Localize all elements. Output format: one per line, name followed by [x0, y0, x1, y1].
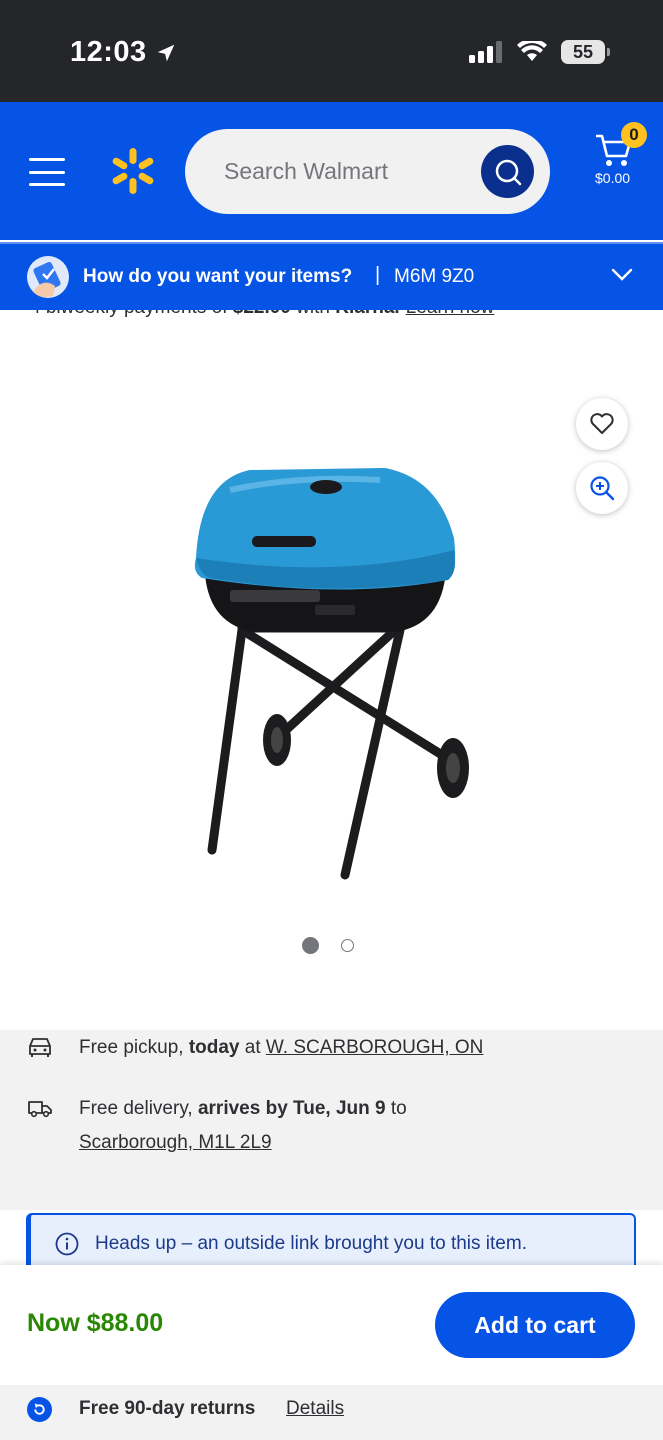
search-button[interactable]: [481, 145, 534, 198]
carousel-dot-active[interactable]: [302, 937, 319, 954]
zoom-image-button[interactable]: [576, 462, 628, 514]
wifi-icon: [517, 41, 547, 61]
pickup-option: Free pickup, today at W. SCARBOROUGH, ON: [79, 1031, 483, 1065]
delivery-address-link[interactable]: Scarborough, M1L 2L9: [79, 1132, 272, 1153]
current-price: Now $88.00: [27, 1309, 164, 1337]
heart-icon: [590, 413, 614, 434]
product-image[interactable]: [180, 440, 490, 900]
cellular-signal-icon: [469, 41, 502, 63]
location-arrow-icon: [157, 44, 174, 61]
info-icon: [55, 1232, 79, 1256]
add-to-cart-button[interactable]: Add to cart: [435, 1292, 635, 1358]
cart-count-badge: 0: [621, 122, 647, 148]
site-header: Search Walmart 0 $0.00: [0, 102, 663, 240]
returns-details-link[interactable]: Details: [286, 1398, 344, 1420]
delivery-date: arrives by Tue, Jun 9: [197, 1098, 386, 1119]
returns-text: Free 90-day returns: [79, 1398, 256, 1419]
status-indicators: 55: [469, 40, 610, 64]
fulfillment-question: How do you want your items?: [83, 266, 353, 287]
cart-button[interactable]: 0 $0.00: [588, 120, 648, 190]
battery-indicator: 55: [561, 40, 610, 64]
hamburger-menu-icon[interactable]: [29, 158, 65, 186]
pickup-middle: at: [239, 1037, 266, 1058]
fulfillment-options: Free pickup, today at W. SCARBOROUGH, ON…: [0, 1030, 663, 1210]
returns-icon: [27, 1397, 52, 1422]
search-input[interactable]: Search Walmart: [185, 129, 550, 214]
sticky-purchase-bar: Now $88.00 Add to cart: [0, 1265, 663, 1385]
outside-link-alert: Heads up – an outside link brought you t…: [26, 1213, 636, 1273]
search-icon: [495, 159, 521, 185]
pickup-prefix: Free pickup,: [79, 1037, 189, 1058]
walmart-spark-logo-icon[interactable]: [108, 146, 158, 196]
delivery-option: Free delivery, arrives by Tue, Jun 9 to …: [79, 1092, 407, 1160]
fulfillment-selector-bar[interactable]: How do you want your items? | M6M 9Z0: [0, 242, 663, 310]
cart-total: $0.00: [595, 170, 631, 186]
delivery-truck-icon: [28, 1101, 52, 1118]
postal-code: M6M 9Z0: [394, 266, 475, 287]
klarna-amount: $22.00: [233, 310, 291, 318]
klarna-payment-line: 4 biweekly payments of $22.00 with Klarn…: [0, 310, 663, 320]
status-time-text: 12:03: [70, 36, 147, 68]
klarna-brand: Klarna.: [335, 310, 399, 318]
add-to-favorites-button[interactable]: [576, 398, 628, 450]
delivery-prefix: Free delivery,: [79, 1098, 198, 1119]
chevron-down-icon[interactable]: [611, 268, 633, 282]
returns-info: Free 90-day returns Details: [0, 1385, 663, 1440]
zoom-in-icon: [590, 476, 615, 501]
klarna-suffix: with: [291, 310, 335, 318]
klarna-learn-link[interactable]: Learn how: [406, 310, 495, 318]
search-placeholder: Search Walmart: [224, 158, 389, 184]
carousel-dot[interactable]: [341, 939, 354, 952]
image-carousel-dots: [302, 937, 354, 954]
car-pickup-icon: [29, 1038, 51, 1057]
klarna-prefix: 4 biweekly payments of: [30, 310, 233, 318]
pickup-time: today: [188, 1037, 240, 1058]
fulfillment-separator: |: [375, 264, 381, 286]
pickup-store-link[interactable]: W. SCARBOROUGH, ON: [266, 1037, 483, 1058]
status-time: 12:03: [70, 36, 177, 69]
delivery-option-icon: [27, 256, 69, 298]
alert-text: Heads up – an outside link brought you t…: [95, 1233, 527, 1254]
delivery-middle: to: [385, 1098, 407, 1119]
status-bar: 12:03 55: [0, 0, 663, 102]
